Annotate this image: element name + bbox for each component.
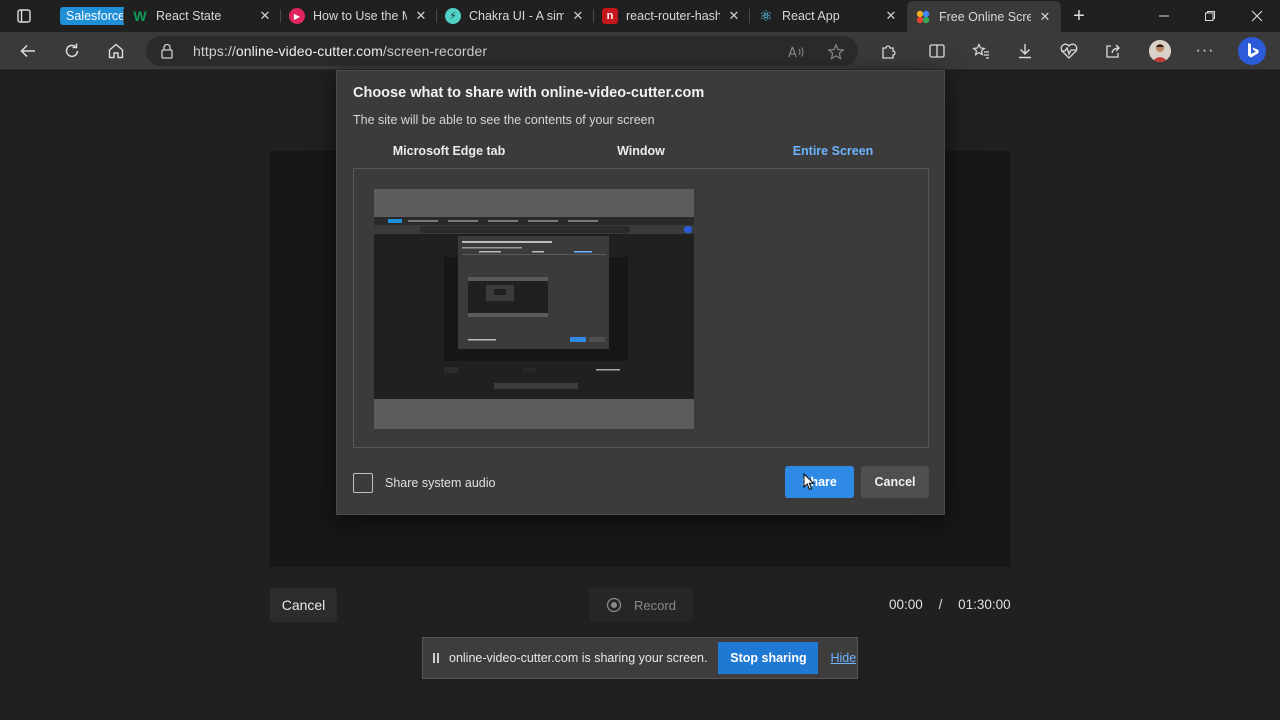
home-icon — [108, 43, 124, 59]
split-screen-icon — [929, 44, 945, 58]
minimize-icon — [1159, 15, 1169, 17]
url-host: online-video-cutter.com — [235, 43, 383, 59]
share-system-audio-label[interactable]: Share system audio — [385, 476, 495, 490]
dialog-cancel-button[interactable]: Cancel — [861, 466, 929, 498]
page-cancel-button[interactable]: Cancel — [270, 588, 337, 622]
record-label: Record — [634, 597, 676, 613]
back-button[interactable] — [12, 35, 44, 67]
record-button[interactable]: Record — [589, 588, 693, 622]
tab-actions-button[interactable] — [0, 0, 48, 32]
drag-handle-icon[interactable] — [423, 652, 449, 664]
mouse-cursor-icon — [803, 472, 815, 496]
screen-sharing-notification-bar: online-video-cutter.com is sharing your … — [422, 637, 858, 679]
heart-pulse-icon — [1060, 43, 1078, 59]
refresh-button[interactable] — [56, 35, 88, 67]
hide-link[interactable]: Hide — [830, 651, 856, 665]
svg-text:A: A — [788, 46, 797, 60]
new-tab-button[interactable]: + — [1061, 0, 1097, 32]
close-tab-icon[interactable]: ✕ — [883, 8, 899, 24]
share-button[interactable]: Share — [785, 466, 854, 498]
timer-separator: / — [938, 597, 943, 612]
extensions-button[interactable] — [873, 35, 905, 67]
tab-window[interactable]: Window — [545, 141, 737, 168]
online-video-cutter-favicon-icon — [915, 9, 931, 25]
screen-preview-panel — [353, 168, 929, 448]
favorite-star-icon[interactable] — [825, 41, 847, 63]
home-button[interactable] — [100, 35, 132, 67]
split-screen-button[interactable] — [921, 35, 953, 67]
screen-thumbnail-image — [374, 189, 694, 429]
share-source-tabs: Microsoft Edge tab Window Entire Screen — [353, 141, 929, 170]
tab-actions-icon — [17, 9, 31, 23]
browser-toolbar: https://online-video-cutter.com/screen-r… — [0, 32, 1280, 70]
tab-free-online-screen-recorder[interactable]: Free Online Scree ✕ — [907, 1, 1061, 32]
settings-more-button[interactable]: ··· — [1189, 35, 1221, 67]
tab-strip: Salesforce W React State ✕ ▶ How to Use … — [0, 0, 1280, 32]
url-scheme: https:// — [193, 43, 236, 59]
tab-title: react-router-hash — [626, 9, 720, 23]
tab-react-state[interactable]: W React State ✕ — [124, 0, 281, 32]
restore-icon — [1205, 11, 1215, 21]
timer-total: 01:30:00 — [958, 597, 1011, 612]
react-favicon-icon: ⚛ — [759, 8, 773, 25]
restore-button[interactable] — [1187, 0, 1233, 32]
profile-avatar[interactable] — [1149, 40, 1171, 62]
refresh-icon — [65, 43, 79, 58]
tab-salesforce[interactable]: Salesforce — [48, 0, 124, 32]
close-icon — [1251, 10, 1263, 22]
chakra-favicon-icon: ⚡ — [445, 8, 461, 24]
tab-chakra-ui[interactable]: ⚡ Chakra UI - A sim ✕ — [437, 0, 594, 32]
salesforce-group-chip[interactable]: Salesforce — [60, 7, 124, 25]
bing-button[interactable] — [1236, 35, 1268, 67]
tab-how-to-use[interactable]: ▶ How to Use the M ✕ — [281, 0, 437, 32]
performance-button[interactable] — [1053, 35, 1085, 67]
downloads-button[interactable] — [1009, 35, 1041, 67]
tab-react-router-hash[interactable]: n react-router-hash ✕ — [594, 0, 750, 32]
timer-current: 00:00 — [889, 597, 923, 612]
recording-timer: 00:00 / 01:30:00 — [889, 597, 1011, 612]
tab-title: Free Online Scree — [939, 9, 1031, 24]
back-arrow-icon — [20, 44, 35, 58]
address-bar[interactable]: https://online-video-cutter.com/screen-r… — [146, 36, 858, 66]
plus-icon: + — [1073, 4, 1085, 27]
tab-title: React App — [782, 9, 840, 23]
tab-entire-screen[interactable]: Entire Screen — [737, 141, 929, 170]
close-tab-icon[interactable]: ✕ — [726, 8, 742, 24]
entire-screen-thumbnail[interactable] — [374, 189, 694, 429]
bing-copilot-icon — [1238, 37, 1266, 65]
read-aloud-icon[interactable]: A — [785, 41, 807, 63]
npm-favicon-icon: n — [602, 8, 618, 24]
close-tab-icon[interactable]: ✕ — [257, 8, 273, 24]
share-system-audio-checkbox[interactable] — [353, 473, 373, 493]
tab-microsoft-edge-tab[interactable]: Microsoft Edge tab — [353, 141, 545, 168]
tab-title: Chakra UI - A sim — [469, 9, 564, 23]
share-page-button[interactable] — [1097, 35, 1129, 67]
tab-title: How to Use the M — [313, 9, 407, 23]
download-icon — [1019, 44, 1031, 59]
url-path: /screen-recorder — [382, 43, 488, 59]
puzzle-piece-icon — [882, 45, 896, 59]
favorites-icon — [972, 43, 989, 59]
close-window-button[interactable] — [1234, 0, 1280, 32]
video-favicon-icon: ▶ — [289, 8, 305, 24]
close-tab-icon[interactable]: ✕ — [413, 8, 429, 24]
tab-title: React State — [156, 9, 222, 23]
tab-react-app[interactable]: ⚛ React App ✕ — [750, 0, 907, 32]
lock-icon[interactable] — [160, 43, 174, 64]
sharing-message: online-video-cutter.com is sharing your … — [449, 651, 708, 665]
record-icon — [606, 597, 622, 613]
stop-sharing-button[interactable]: Stop sharing — [718, 642, 819, 674]
share-system-audio-row: Share system audio — [353, 473, 495, 493]
w3schools-favicon-icon: W — [133, 8, 147, 24]
url-text[interactable]: https://online-video-cutter.com/screen-r… — [193, 43, 487, 59]
close-tab-icon[interactable]: ✕ — [1037, 9, 1053, 25]
minimize-button[interactable] — [1141, 0, 1187, 32]
share-icon — [1106, 44, 1120, 58]
favorites-button[interactable] — [965, 35, 997, 67]
screen-share-dialog: Choose what to share with online-video-c… — [336, 70, 945, 515]
dialog-title: Choose what to share with online-video-c… — [353, 85, 705, 101]
close-tab-icon[interactable]: ✕ — [570, 8, 586, 24]
dialog-subtitle: The site will be able to see the content… — [353, 113, 655, 127]
more-dots-icon: ··· — [1195, 42, 1215, 59]
